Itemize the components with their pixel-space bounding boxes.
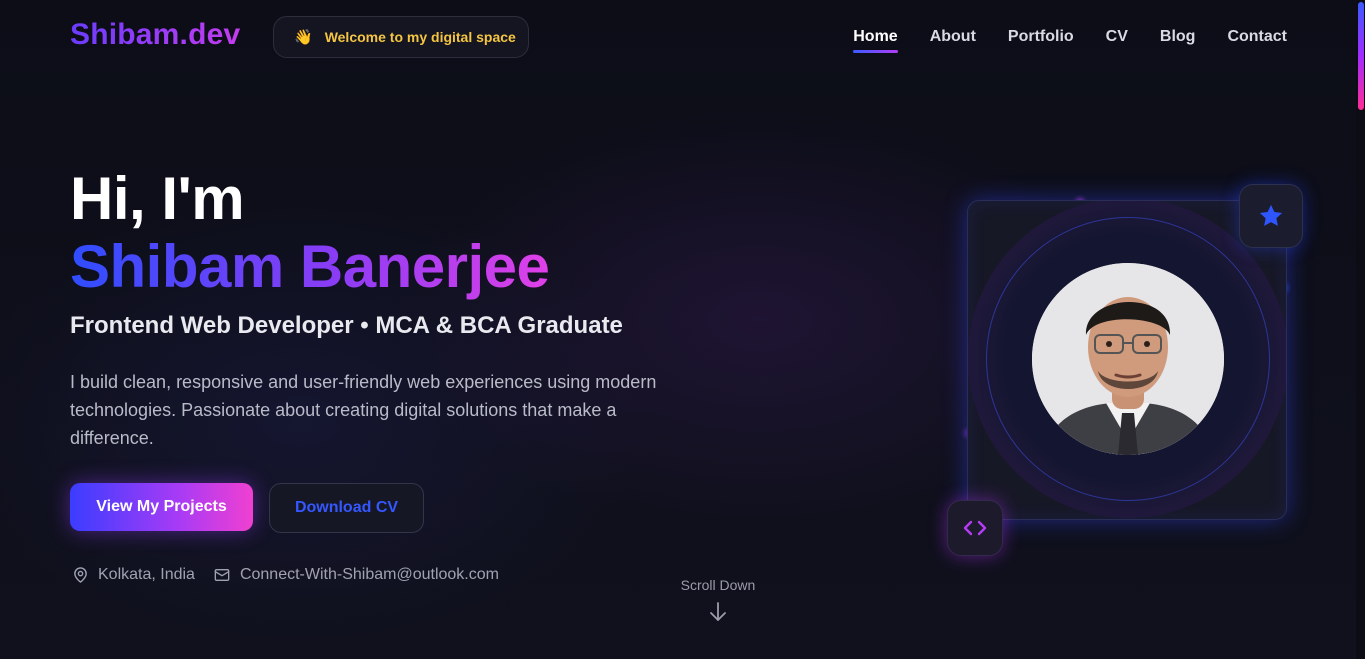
nav-portfolio[interactable]: Portfolio [1008, 28, 1074, 53]
hero-name: Shibam Banerjee [70, 233, 550, 300]
star-badge[interactable] [1239, 184, 1303, 248]
page-scrollbar[interactable] [1356, 0, 1365, 659]
profile-card [967, 200, 1287, 520]
scrollbar-thumb[interactable] [1358, 2, 1364, 110]
view-projects-button[interactable]: View My Projects [70, 483, 253, 531]
nav-contact[interactable]: Contact [1227, 28, 1287, 53]
nav-about[interactable]: About [930, 28, 976, 53]
arrow-down-icon [664, 601, 772, 623]
download-cv-button[interactable]: Download CV [269, 483, 424, 533]
email-item[interactable]: Connect-With-Shibam@outlook.com [213, 566, 499, 584]
star-icon [1259, 204, 1283, 226]
site-logo[interactable]: Shibam.dev [70, 18, 240, 52]
welcome-badge: 👋 Welcome to my digital space [273, 16, 529, 58]
hero-description: I build clean, responsive and user-frien… [70, 372, 657, 448]
main-nav: Home About Portfolio CV Blog Contact [853, 28, 1287, 53]
location-text: Kolkata, India [98, 566, 195, 583]
nav-blog[interactable]: Blog [1160, 28, 1196, 53]
scroll-down-label: Scroll Down [680, 577, 756, 593]
welcome-text: Welcome to my digital space [324, 29, 516, 45]
hero-greeting: Hi, I'm [70, 165, 245, 232]
code-badge[interactable] [947, 500, 1003, 556]
location-item: Kolkata, India [72, 566, 195, 584]
email-link[interactable]: Connect-With-Shibam@outlook.com [240, 566, 499, 584]
nav-home[interactable]: Home [853, 28, 899, 53]
mail-icon [214, 569, 230, 581]
avatar [1032, 263, 1224, 455]
contact-info: Kolkata, India Connect-With-Shibam@outlo… [72, 566, 499, 584]
waving-hand-icon: 👋 [294, 28, 313, 46]
map-pin-icon [74, 567, 87, 583]
scroll-down-indicator[interactable]: Scroll Down [664, 577, 772, 623]
code-brackets-icon [963, 520, 987, 536]
hero-subtitle: Frontend Web Developer • MCA & BCA Gradu… [70, 312, 623, 339]
nav-cv[interactable]: CV [1106, 28, 1128, 53]
